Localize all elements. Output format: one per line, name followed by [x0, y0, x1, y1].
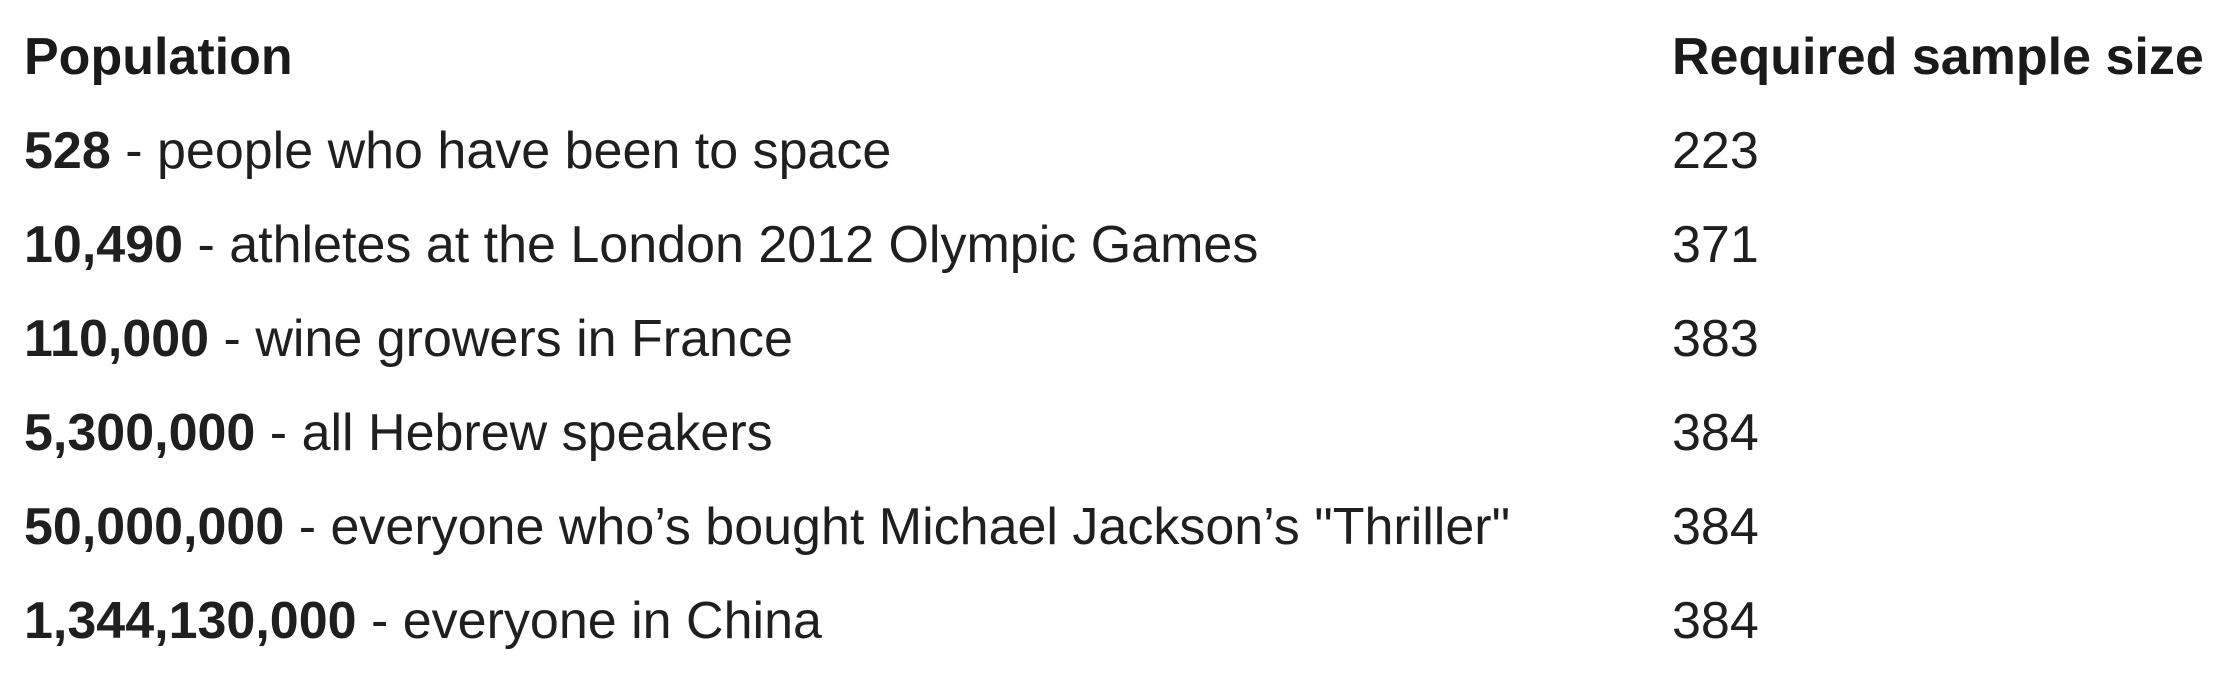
population-cell: 528 - people who have been to space	[24, 104, 1672, 198]
population-description: all Hebrew speakers	[301, 404, 773, 462]
sample-size-value: 383	[1672, 310, 1759, 368]
table-row: 1,344,130,000 - everyone in China 384	[24, 574, 2234, 668]
separator: -	[183, 216, 230, 274]
separator: -	[356, 592, 403, 650]
population-count: 50,000,000	[24, 498, 285, 556]
sample-size-table: Population Required sample size 528 - pe…	[24, 10, 2234, 668]
separator: -	[255, 404, 302, 462]
sample-size-value: 384	[1672, 404, 1759, 462]
table-row: 5,300,000 - all Hebrew speakers 384	[24, 386, 2234, 480]
table-row: 50,000,000 - everyone who’s bought Micha…	[24, 480, 2234, 574]
population-description: everyone who’s bought Michael Jackson’s …	[330, 498, 1511, 556]
population-count: 528	[24, 122, 111, 180]
population-cell: 110,000 - wine growers in France	[24, 292, 1672, 386]
sample-size-value: 223	[1672, 122, 1759, 180]
population-count: 5,300,000	[24, 404, 256, 462]
population-description: people who have been to space	[156, 122, 892, 180]
table-header-row: Population Required sample size	[24, 10, 2234, 104]
population-count: 10,490	[24, 216, 184, 274]
population-count: 1,344,130,000	[24, 592, 357, 650]
population-cell: 10,490 - athletes at the London 2012 Oly…	[24, 198, 1672, 292]
population-cell: 5,300,000 - all Hebrew speakers	[24, 386, 1672, 480]
population-description: athletes at the London 2012 Olympic Game…	[229, 216, 1259, 274]
population-description: everyone in China	[402, 592, 822, 650]
separator: -	[110, 122, 157, 180]
population-header: Population	[24, 28, 293, 86]
table-row: 10,490 - athletes at the London 2012 Oly…	[24, 198, 2234, 292]
sample-size-value: 384	[1672, 498, 1759, 556]
sample-size-value: 371	[1672, 216, 1759, 274]
population-count: 110,000	[24, 310, 210, 368]
sample-size-header: Required sample size	[1672, 28, 2204, 86]
population-cell: 1,344,130,000 - everyone in China	[24, 574, 1672, 668]
population-cell: 50,000,000 - everyone who’s bought Micha…	[24, 480, 1672, 574]
separator: -	[209, 310, 256, 368]
sample-size-value: 384	[1672, 592, 1759, 650]
population-description: wine growers in France	[255, 310, 793, 368]
table-row: 110,000 - wine growers in France 383	[24, 292, 2234, 386]
separator: -	[284, 498, 331, 556]
table-row: 528 - people who have been to space 223	[24, 104, 2234, 198]
